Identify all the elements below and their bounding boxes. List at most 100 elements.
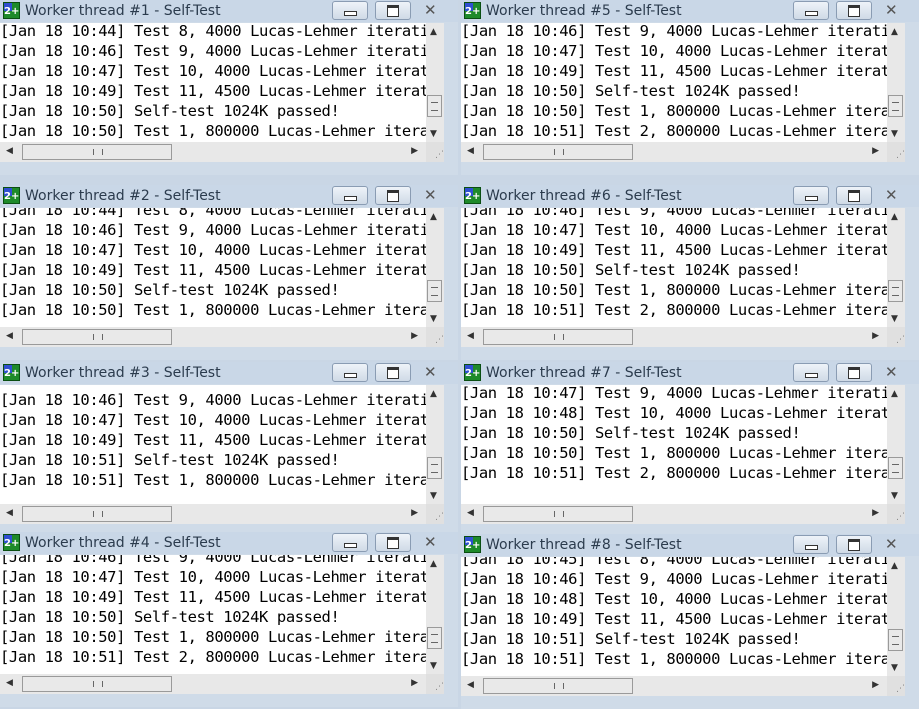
worker-window-8[interactable]: 2+ Worker thread #8 - Self-Test ✕ [Jan 1… (461, 534, 919, 709)
scroll-down-icon[interactable]: ▼ (430, 661, 437, 671)
vertical-scroll-thumb[interactable] (888, 280, 903, 302)
scroll-left-icon[interactable]: ◀ (467, 508, 474, 518)
scroll-right-icon[interactable]: ▶ (411, 508, 418, 518)
worker-window-5[interactable]: 2+ Worker thread #3 - Self-Test ✕ [Jan 1… (0, 362, 458, 537)
scroll-left-icon[interactable]: ◀ (467, 146, 474, 156)
scroll-down-icon[interactable]: ▼ (891, 663, 898, 673)
scroll-right-icon[interactable]: ▶ (411, 146, 418, 156)
horizontal-scrollbar[interactable]: ◀ ▶ (0, 327, 426, 347)
horizontal-scrollbar[interactable]: ◀ ▶ (461, 142, 887, 162)
horizontal-scroll-thumb[interactable] (483, 506, 633, 522)
maximize-button[interactable] (836, 186, 872, 205)
maximize-button[interactable] (375, 1, 411, 20)
horizontal-scroll-thumb[interactable] (483, 144, 633, 160)
horizontal-scrollbar[interactable]: ◀ ▶ (461, 327, 887, 347)
vertical-scrollbar[interactable]: ▲ ▼ (426, 23, 444, 142)
scroll-up-icon[interactable]: ▲ (430, 559, 437, 569)
scroll-up-icon[interactable]: ▲ (430, 212, 437, 222)
horizontal-scroll-thumb[interactable] (483, 329, 633, 345)
worker-window-3[interactable]: 2+ Worker thread #2 - Self-Test ✕ [Jan 1… (0, 185, 458, 360)
maximize-button[interactable] (836, 1, 872, 20)
vertical-scroll-thumb[interactable] (888, 95, 903, 117)
vertical-scrollbar[interactable]: ▲ ▼ (887, 23, 905, 142)
vertical-scrollbar[interactable]: ▲ ▼ (426, 208, 444, 327)
vertical-scroll-thumb[interactable] (888, 629, 903, 651)
title-bar[interactable]: 2+ Worker thread #7 - Self-Test ✕ (461, 362, 919, 384)
scroll-right-icon[interactable]: ▶ (411, 331, 418, 341)
scroll-up-icon[interactable]: ▲ (430, 27, 437, 37)
scroll-up-icon[interactable]: ▲ (891, 212, 898, 222)
close-button[interactable]: ✕ (876, 1, 913, 20)
log-area[interactable]: [Jan 18 10:44] Test 8, 4000 Lucas-Lehmer… (0, 208, 426, 327)
scroll-right-icon[interactable]: ▶ (411, 678, 418, 688)
close-button[interactable]: ✕ (415, 363, 452, 382)
scroll-up-icon[interactable]: ▲ (430, 389, 437, 399)
minimize-button[interactable] (793, 186, 829, 205)
horizontal-scrollbar[interactable]: ◀ ▶ (0, 504, 426, 524)
close-button[interactable]: ✕ (876, 535, 913, 554)
log-area[interactable]: [Jan 18 10:47] Test 9, 4000 Lucas-Lehmer… (461, 385, 887, 504)
maximize-button[interactable] (375, 533, 411, 552)
minimize-button[interactable] (793, 535, 829, 554)
close-button[interactable]: ✕ (876, 363, 913, 382)
maximize-button[interactable] (375, 186, 411, 205)
minimize-button[interactable] (793, 363, 829, 382)
horizontal-scrollbar[interactable]: ◀ ▶ (461, 676, 887, 696)
horizontal-scroll-thumb[interactable] (22, 329, 172, 345)
horizontal-scroll-thumb[interactable] (22, 676, 172, 692)
minimize-button[interactable] (793, 1, 829, 20)
maximize-button[interactable] (836, 363, 872, 382)
vertical-scroll-thumb[interactable] (427, 95, 442, 117)
scroll-down-icon[interactable]: ▼ (891, 129, 898, 139)
maximize-button[interactable] (836, 535, 872, 554)
vertical-scroll-thumb[interactable] (427, 627, 442, 649)
scroll-right-icon[interactable]: ▶ (872, 680, 879, 690)
vertical-scroll-thumb[interactable] (427, 457, 442, 479)
horizontal-scrollbar[interactable]: ◀ ▶ (0, 674, 426, 694)
scroll-left-icon[interactable]: ◀ (6, 146, 13, 156)
title-bar[interactable]: 2+ Worker thread #8 - Self-Test ✕ (461, 534, 919, 556)
minimize-button[interactable] (332, 186, 368, 205)
log-area[interactable]: [Jan 18 10:46] Test 9, 4000 Lucas-Lehmer… (0, 385, 426, 504)
scroll-left-icon[interactable]: ◀ (467, 331, 474, 341)
scroll-left-icon[interactable]: ◀ (6, 331, 13, 341)
scroll-down-icon[interactable]: ▼ (430, 491, 437, 501)
scroll-up-icon[interactable]: ▲ (891, 561, 898, 571)
scroll-left-icon[interactable]: ◀ (6, 508, 13, 518)
vertical-scroll-thumb[interactable] (427, 280, 442, 302)
horizontal-scroll-thumb[interactable] (22, 506, 172, 522)
minimize-button[interactable] (332, 533, 368, 552)
horizontal-scrollbar[interactable]: ◀ ▶ (461, 504, 887, 524)
scroll-left-icon[interactable]: ◀ (6, 678, 13, 688)
maximize-button[interactable] (375, 363, 411, 382)
horizontal-scroll-thumb[interactable] (22, 144, 172, 160)
title-bar[interactable]: 2+ Worker thread #1 - Self-Test ✕ (0, 0, 458, 22)
horizontal-scroll-thumb[interactable] (483, 678, 633, 694)
scroll-left-icon[interactable]: ◀ (467, 680, 474, 690)
resize-grip-icon[interactable]: ⋰ (426, 142, 444, 162)
log-area[interactable]: [Jan 18 10:46] Test 9, 4000 Lucas-Lehmer… (0, 555, 426, 674)
scroll-right-icon[interactable]: ▶ (872, 146, 879, 156)
title-bar[interactable]: 2+ Worker thread #6 - Self-Test ✕ (461, 185, 919, 207)
resize-grip-icon[interactable]: ⋰ (887, 676, 905, 696)
vertical-scrollbar[interactable]: ▲ ▼ (887, 208, 905, 327)
scroll-right-icon[interactable]: ▶ (872, 508, 879, 518)
worker-window-2[interactable]: 2+ Worker thread #5 - Self-Test ✕ [Jan 1… (461, 0, 919, 175)
worker-window-4[interactable]: 2+ Worker thread #6 - Self-Test ✕ [Jan 1… (461, 185, 919, 360)
log-area[interactable]: [Jan 18 10:45] Test 8, 4000 Lucas-Lehmer… (461, 557, 887, 676)
close-button[interactable]: ✕ (876, 186, 913, 205)
log-area[interactable]: [Jan 18 10:46] Test 9, 4000 Lucas-Lehmer… (461, 208, 887, 327)
vertical-scrollbar[interactable]: ▲ ▼ (426, 385, 444, 504)
scroll-down-icon[interactable]: ▼ (891, 314, 898, 324)
vertical-scrollbar[interactable]: ▲ ▼ (426, 555, 444, 674)
close-button[interactable]: ✕ (415, 1, 452, 20)
close-button[interactable]: ✕ (415, 533, 452, 552)
title-bar[interactable]: 2+ Worker thread #5 - Self-Test ✕ (461, 0, 919, 22)
worker-window-1[interactable]: 2+ Worker thread #1 - Self-Test ✕ [Jan 1… (0, 0, 458, 175)
scroll-down-icon[interactable]: ▼ (430, 314, 437, 324)
resize-grip-icon[interactable]: ⋰ (426, 674, 444, 694)
title-bar[interactable]: 2+ Worker thread #4 - Self-Test ✕ (0, 532, 458, 554)
resize-grip-icon[interactable]: ⋰ (887, 504, 905, 524)
resize-grip-icon[interactable]: ⋰ (426, 327, 444, 347)
minimize-button[interactable] (332, 1, 368, 20)
